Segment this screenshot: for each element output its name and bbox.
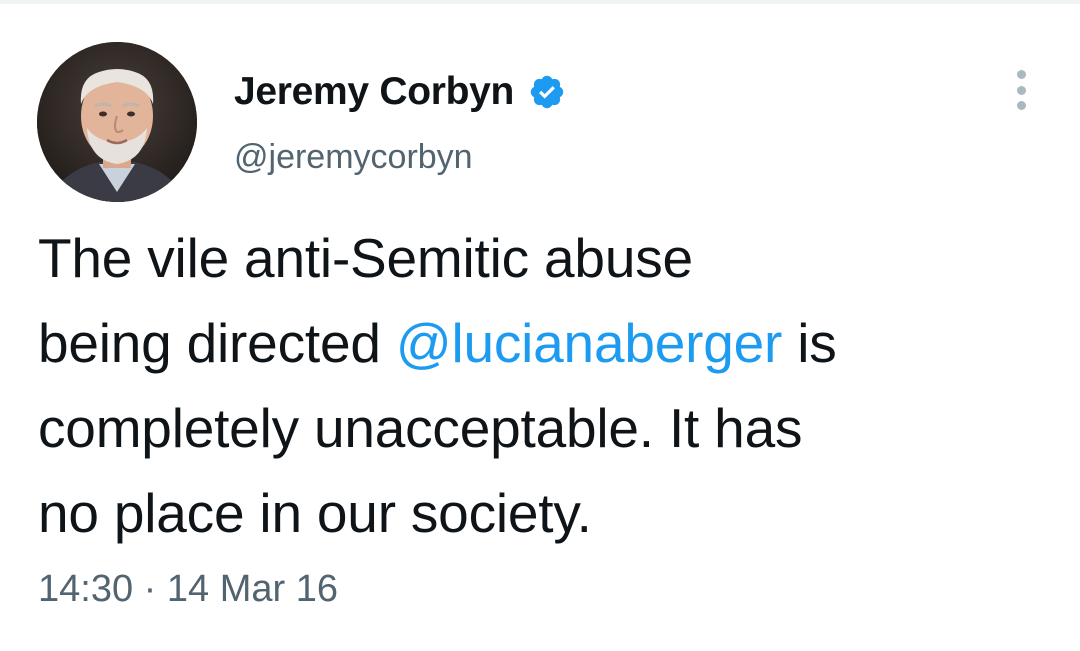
mention-link[interactable]: @lucianaberger bbox=[396, 312, 783, 374]
top-divider bbox=[0, 0, 1080, 4]
more-vertical-icon-dot bbox=[1016, 101, 1026, 110]
more-vertical-icon-dot bbox=[1016, 85, 1026, 95]
tweet-text-line: no place in our society. bbox=[38, 482, 592, 544]
more-options-button[interactable] bbox=[1004, 70, 1038, 110]
tweet-text-line: being directed @lucianaberger is bbox=[38, 301, 1038, 386]
tweet-text-segment: being directed bbox=[38, 312, 396, 374]
tweet-time[interactable]: 14:30 bbox=[38, 568, 133, 610]
meta-separator: · bbox=[143, 568, 157, 610]
author-display-name[interactable]: Jeremy Corbyn bbox=[234, 66, 514, 118]
avatar[interactable] bbox=[37, 42, 197, 202]
tweet-text: The vile anti-Semitic abuse being direct… bbox=[38, 216, 1038, 556]
tweet-text-line: The vile anti-Semitic abuse bbox=[38, 227, 693, 289]
more-vertical-icon bbox=[1016, 70, 1026, 79]
verified-badge-icon bbox=[528, 73, 566, 111]
author-handle[interactable]: @jeremycorbyn bbox=[234, 134, 473, 180]
author-name-row[interactable]: Jeremy Corbyn bbox=[234, 66, 566, 118]
tweet-timestamp[interactable]: 14:30 · 14 Mar 16 bbox=[38, 564, 338, 614]
tweet-text-line: completely unacceptable. It has bbox=[38, 397, 803, 459]
tweet-date[interactable]: 14 Mar 16 bbox=[167, 568, 338, 610]
tweet-text-segment: is bbox=[782, 312, 837, 374]
profile-photo-icon bbox=[37, 42, 197, 202]
